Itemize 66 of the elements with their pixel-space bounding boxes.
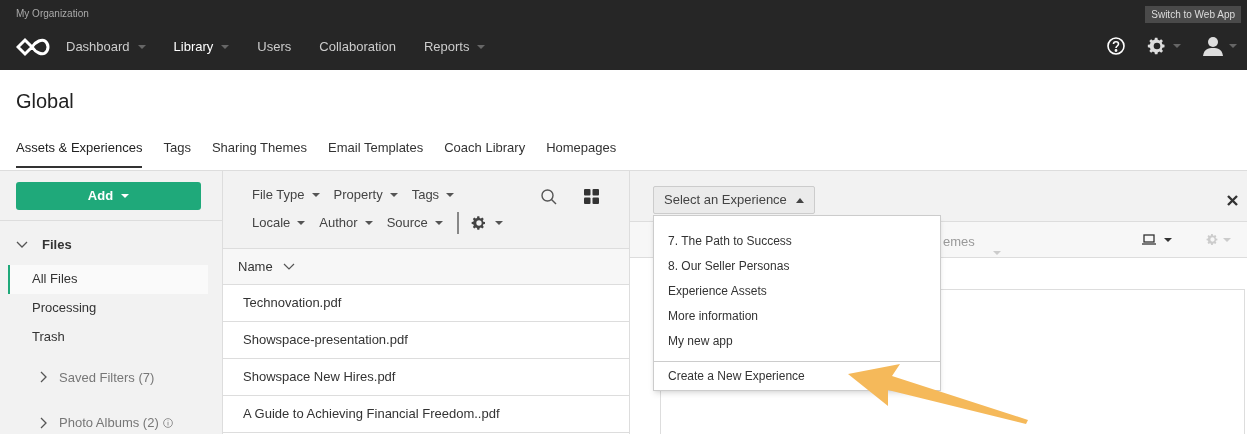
sidebar-item[interactable]: All Files (8, 264, 208, 294)
caret-icon (494, 221, 503, 225)
logo-icon[interactable] (16, 36, 52, 58)
tab[interactable]: Assets & Experiences (16, 138, 143, 168)
caret-icon (1229, 44, 1237, 48)
settings-icon[interactable] (470, 215, 487, 231)
nav-item[interactable]: Dashboard (66, 37, 146, 57)
sidebar-item[interactable]: Processing (8, 293, 208, 323)
filter-dropdown[interactable]: Author (319, 213, 373, 233)
group-label[interactable]: Saved Filters (7) (59, 367, 155, 387)
menu-item[interactable]: 7. The Path to Success (654, 228, 940, 253)
caret-icon (389, 193, 398, 197)
tab[interactable]: Coach Library (444, 138, 526, 168)
nav-item[interactable]: Reports (423, 37, 486, 57)
search-icon[interactable] (541, 189, 557, 205)
table-cell[interactable]: Technovation.pdf (223, 285, 629, 322)
nav-item[interactable]: Library (173, 37, 230, 57)
chevron-icon[interactable] (282, 263, 295, 270)
nav-item[interactable]: Users (257, 37, 292, 57)
table-cell[interactable]: A Guide to Achieving Financial Freedom..pdf (223, 396, 629, 433)
chevron-icon[interactable] (16, 240, 28, 249)
grid-view-icon[interactable] (584, 189, 599, 204)
page-title: Global (16, 89, 74, 114)
filter-dropdown[interactable]: Source (386, 213, 443, 233)
filter-dropdown[interactable]: File Type (252, 185, 320, 205)
filter-dropdown[interactable]: Locale (252, 213, 306, 233)
switch-button[interactable]: Switch to Web App (1145, 6, 1241, 23)
filter-dropdown[interactable]: Tags (411, 185, 455, 205)
menu-item[interactable]: Experience Assets (654, 278, 940, 303)
menu-item[interactable]: My new app (654, 328, 940, 353)
close-icon[interactable] (1227, 195, 1238, 206)
tab[interactable]: Homepages (546, 138, 617, 168)
caret-icon (795, 197, 804, 203)
organization-name: My Organization (16, 7, 89, 21)
experience-select[interactable]: Select an Experience (653, 186, 815, 214)
laptop-icon[interactable] (1142, 234, 1156, 245)
table-cell[interactable]: Showspace-presentation.pdf (223, 322, 629, 359)
caret-icon (297, 221, 306, 225)
sidebar-item[interactable]: Trash (8, 322, 208, 352)
caret-icon (364, 221, 373, 225)
group-label[interactable]: Photo Albums (2) (59, 413, 159, 433)
chevron-icon[interactable] (40, 371, 47, 384)
user-icon[interactable] (1203, 36, 1223, 56)
caret-icon (446, 193, 455, 197)
chevron-icon[interactable] (40, 416, 47, 429)
settings-icon[interactable] (1147, 36, 1167, 56)
caret-icon (434, 221, 443, 225)
filter-dropdown[interactable]: Property (333, 185, 398, 205)
menu-item[interactable]: 8. Our Seller Personas (654, 253, 940, 278)
tab[interactable]: Tags (163, 138, 191, 168)
caret-icon (993, 251, 1001, 255)
caret-icon (121, 193, 130, 198)
column-label[interactable]: Name (238, 256, 273, 277)
nav-item[interactable]: Collaboration (319, 37, 396, 57)
caret-icon (311, 193, 320, 197)
menu-item[interactable]: More information (654, 303, 940, 328)
column-header[interactable]: Name (223, 249, 629, 285)
table-cell[interactable]: Showspace New Hires.pdf (223, 359, 629, 396)
toolbar-label: emes (943, 233, 975, 251)
tab[interactable]: Email Templates (328, 138, 424, 168)
tab[interactable]: Sharing Themes (211, 138, 308, 168)
caret-icon (1173, 44, 1181, 48)
caret-icon (1223, 237, 1231, 242)
caret-icon (1164, 237, 1172, 242)
section-label: Files (42, 236, 72, 254)
help-icon[interactable] (1107, 37, 1125, 55)
